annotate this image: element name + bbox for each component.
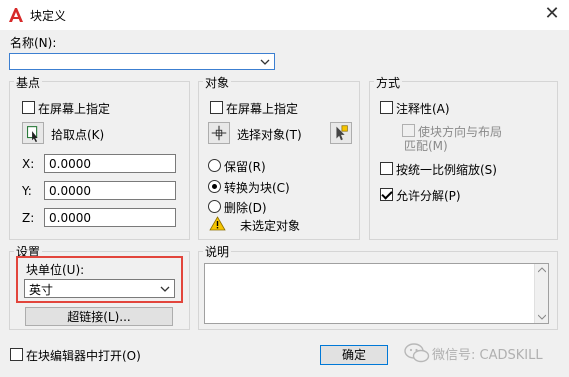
retain-radio[interactable] bbox=[208, 159, 221, 172]
delete-radio[interactable] bbox=[208, 200, 221, 213]
pick-point-button[interactable] bbox=[22, 122, 44, 144]
annotative-checkbox[interactable] bbox=[380, 101, 393, 114]
block-unit-value: 英寸 bbox=[29, 283, 54, 297]
convert-to-block-label: 转换为块(C) bbox=[224, 181, 290, 195]
match-orientation-checkbox[interactable] bbox=[402, 124, 415, 137]
annotative-label: 注释性(A) bbox=[396, 102, 450, 116]
quick-select-icon bbox=[336, 125, 348, 141]
convert-to-block-radio[interactable] bbox=[208, 180, 221, 193]
scroll-up-icon[interactable] bbox=[538, 267, 546, 273]
allow-exploding-checkbox[interactable] bbox=[380, 188, 393, 201]
name-combobox[interactable] bbox=[9, 53, 275, 70]
wechat-icon bbox=[404, 343, 430, 363]
behavior-title: 方式 bbox=[374, 74, 403, 91]
watermark-text: 微信号: CADSKILL bbox=[432, 348, 543, 363]
description-scrollbar[interactable] bbox=[534, 264, 548, 323]
objects-specify-on-screen-checkbox[interactable] bbox=[210, 101, 223, 114]
objects-specify-on-screen-label: 在屏幕上指定 bbox=[226, 102, 299, 116]
block-unit-select[interactable]: 英寸 bbox=[24, 279, 175, 298]
chevron-down-icon[interactable] bbox=[160, 284, 170, 294]
name-label: 名称(N): bbox=[10, 36, 57, 50]
autocad-logo-icon bbox=[9, 8, 23, 22]
y-input[interactable]: 0.0000 bbox=[44, 181, 176, 200]
ok-button[interactable]: 确定 bbox=[320, 345, 388, 365]
base-specify-on-screen-label: 在屏幕上指定 bbox=[38, 102, 111, 116]
allow-exploding-label: 允许分解(P) bbox=[396, 189, 461, 203]
close-icon[interactable]: ✕ bbox=[540, 3, 564, 25]
open-in-editor-checkbox[interactable] bbox=[10, 348, 23, 361]
x-label: X: bbox=[22, 157, 35, 171]
description-textarea[interactable] bbox=[204, 263, 549, 324]
z-label: Z: bbox=[22, 211, 35, 225]
select-objects-label: 选择对象(T) bbox=[237, 128, 302, 142]
crosshair-select-icon bbox=[211, 125, 227, 141]
hyperlink-button[interactable]: 超链接(L)... bbox=[25, 307, 173, 326]
z-input[interactable]: 0.0000 bbox=[44, 208, 176, 227]
open-in-editor-label: 在块编辑器中打开(O) bbox=[26, 349, 141, 363]
scroll-down-icon[interactable] bbox=[538, 314, 546, 320]
select-objects-button[interactable] bbox=[208, 122, 230, 144]
chevron-down-icon[interactable] bbox=[260, 57, 270, 67]
base-point-title: 基点 bbox=[14, 74, 43, 91]
scale-uniformly-checkbox[interactable] bbox=[380, 162, 393, 175]
retain-label: 保留(R) bbox=[224, 160, 266, 174]
scale-uniformly-label: 按统一比例缩放(S) bbox=[396, 163, 497, 177]
warning-text: 未选定对象 bbox=[240, 219, 301, 233]
delete-label: 删除(D) bbox=[224, 201, 267, 215]
description-title: 说明 bbox=[203, 243, 232, 260]
block-unit-label: 块单位(U): bbox=[26, 263, 85, 277]
quick-select-button[interactable] bbox=[330, 122, 352, 144]
y-label: Y: bbox=[22, 184, 32, 198]
pick-point-icon bbox=[27, 126, 38, 143]
window-title: 块定义 bbox=[30, 9, 67, 23]
objects-title: 对象 bbox=[203, 74, 232, 91]
pick-point-label: 拾取点(K) bbox=[51, 128, 105, 142]
title-bar bbox=[0, 0, 569, 30]
x-input[interactable]: 0.0000 bbox=[44, 154, 176, 173]
base-specify-on-screen-checkbox[interactable] bbox=[22, 101, 35, 114]
warning-icon bbox=[209, 216, 226, 231]
match-orientation-label-line2: 匹配(M) bbox=[404, 139, 448, 153]
